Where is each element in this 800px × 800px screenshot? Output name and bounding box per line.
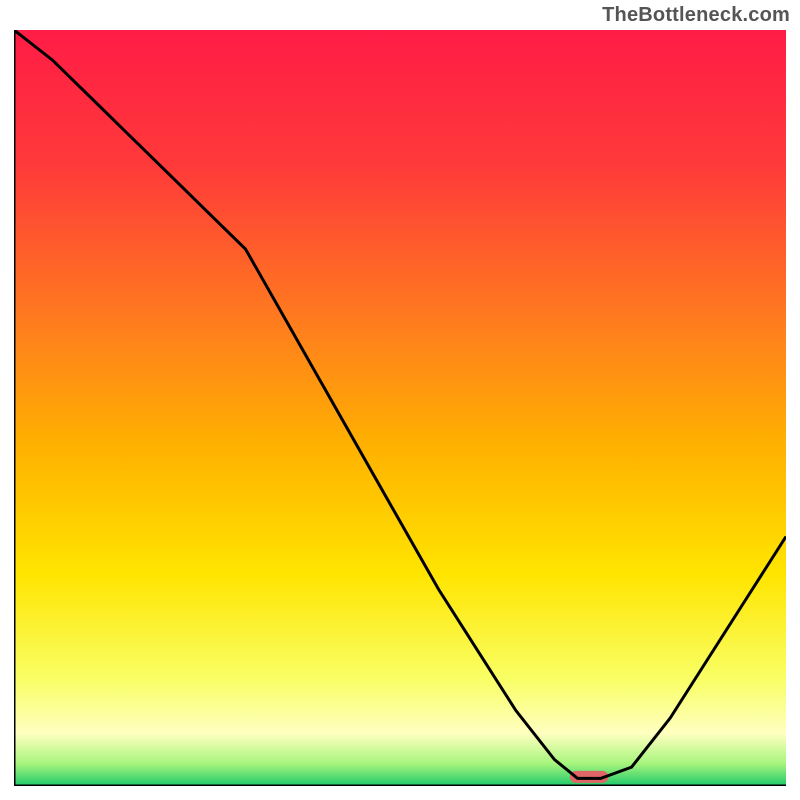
watermark-text: TheBottleneck.com <box>602 4 790 27</box>
background-rect <box>14 30 786 786</box>
chart-svg <box>14 30 786 786</box>
chart-frame: TheBottleneck.com <box>0 0 800 800</box>
plot-area <box>14 30 786 786</box>
